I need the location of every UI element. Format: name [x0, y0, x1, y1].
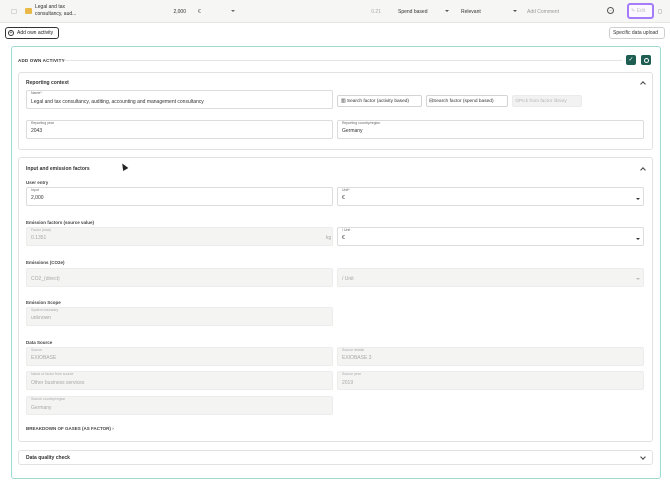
activity-factor: 0.21 — [371, 9, 381, 15]
factor-name-label: Name of factor from source — [31, 372, 74, 376]
currency-dropdown-icon[interactable] — [231, 10, 235, 12]
name-label: Name* — [31, 91, 42, 95]
folder-icon — [25, 8, 32, 14]
factor-value: 0.1351 — [31, 235, 47, 241]
emission-unit-select — [337, 268, 644, 287]
input-field[interactable] — [26, 187, 333, 206]
factor-name-value: Other business services — [31, 379, 85, 386]
user-entry-label: User entry — [26, 180, 49, 185]
reporting-context-title: Reporting context — [26, 80, 69, 86]
source-details-value: EXIOBASE 3 — [342, 355, 372, 361]
system-boundary-value: unknown — [31, 315, 52, 321]
reporting-year-field[interactable] — [26, 120, 333, 139]
edit-label: ✎ Edit — [631, 8, 646, 14]
per-unit-select[interactable] — [337, 227, 644, 246]
relevance-select[interactable]: Relevant — [461, 9, 481, 15]
cancel-icon — [643, 57, 649, 63]
unit-select[interactable] — [337, 187, 644, 206]
activity-value: 2,000 — [173, 9, 186, 15]
reporting-country-field[interactable] — [337, 120, 644, 139]
input-label: Input — [31, 188, 39, 192]
data-quality-title: Data quality check — [26, 455, 70, 461]
source-label: Source — [31, 348, 43, 352]
reporting-year-value: 2043 — [31, 128, 43, 134]
factor-field — [26, 227, 333, 246]
source-country-value: Germany — [31, 404, 52, 411]
chevron-down-icon — [636, 197, 640, 200]
pick-from-library-label: ⊙Pick from factor library — [515, 98, 567, 104]
activity-name: Legal and tax consultancy, aud... — [35, 4, 77, 17]
chevron-down-icon — [445, 10, 449, 12]
unit-label: Unit* — [342, 188, 350, 192]
emission-unit-placeholder: / Unit — [342, 276, 354, 282]
system-boundary-field — [26, 307, 333, 326]
activity-currency: € — [198, 9, 201, 15]
check-icon[interactable]: ✓ — [626, 55, 636, 65]
system-boundary-label: System boundary — [31, 308, 59, 312]
reporting-year-label: Reporting year — [31, 121, 54, 125]
chevron-down-icon — [636, 237, 640, 240]
reporting-country-value: Germany — [342, 128, 363, 134]
more-icon[interactable]: ··· — [607, 7, 614, 14]
per-unit-label: / Unit — [342, 228, 351, 232]
data-source-label: Data Source — [26, 340, 53, 345]
source-country-field — [26, 396, 333, 415]
chevron-down-icon — [636, 277, 640, 280]
divider — [64, 60, 622, 61]
method-select[interactable]: Spend based — [398, 9, 427, 15]
add-icon: + — [8, 29, 14, 36]
chevron-down-icon — [513, 10, 517, 12]
search-factor-activity-label: ▥ Search factor (activity based) — [341, 98, 410, 104]
form-title: ADD OWN ACTIVITY — [18, 58, 65, 63]
emission-scope-label: Emission Scope — [26, 300, 61, 305]
input-value: 2,000 — [31, 195, 44, 201]
chart-icon: ▥ — [341, 98, 346, 104]
row-checkbox[interactable] — [11, 9, 17, 14]
source-details-label: Source details — [342, 348, 365, 352]
source-year-field — [337, 371, 644, 390]
data-quality-section[interactable] — [18, 450, 653, 465]
breakdown-gases-toggle[interactable]: BREAKDOWN OF GASES (AS FACTOR) › — [26, 426, 114, 431]
search-factor-spend-label: ⊟Search factor (spend based) — [429, 98, 494, 104]
name-value: Legal and tax consultancy, auditing, acc… — [31, 98, 204, 105]
trash-icon[interactable] — [658, 9, 662, 14]
source-value: EXIOBASE — [31, 355, 57, 361]
input-emission-title: Input and emission factors — [26, 166, 90, 172]
chevron-right-icon: › — [112, 426, 114, 431]
source-year-value: 2019 — [342, 379, 354, 386]
emission-gas-field — [26, 268, 333, 287]
reporting-country-label: Reporting country/region — [342, 121, 381, 125]
source-year-label: Source year — [342, 372, 361, 376]
source-details-field — [337, 347, 644, 366]
source-field — [26, 347, 333, 366]
add-own-activity-label: Add own activity — [17, 30, 54, 36]
unit-value: € — [342, 195, 345, 201]
source-country-label: Source country/region — [31, 397, 66, 401]
comment-input[interactable]: Add Comment — [527, 9, 559, 15]
emission-factors-label: Emission factors (source value) — [26, 220, 95, 225]
factor-label: Factor (total) — [31, 228, 51, 232]
emissions-label: Emissions (CO2e) — [26, 260, 65, 265]
activity-row[interactable] — [0, 0, 670, 23]
specific-data-upload-label: Specific data upload — [613, 30, 659, 36]
factor-unit: kg — [326, 235, 332, 241]
emission-gas-value: CO2_(direct) — [31, 276, 60, 282]
per-unit-value: € — [342, 235, 345, 241]
